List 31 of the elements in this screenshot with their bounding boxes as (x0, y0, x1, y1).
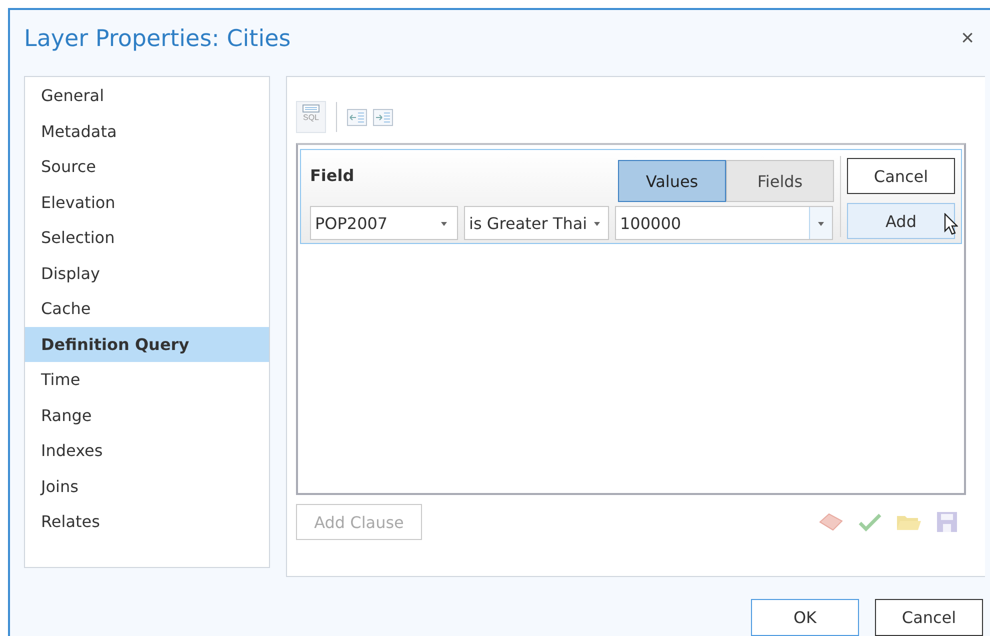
sidebar-item[interactable]: Joins (25, 468, 269, 504)
sidebar-item[interactable]: Indexes (25, 433, 269, 468)
indent-icon[interactable] (373, 108, 393, 126)
operator-dropdown[interactable]: is Greater Thai (464, 206, 609, 240)
sidebar-item[interactable]: General (25, 78, 269, 114)
cursor-icon (944, 213, 958, 235)
sidebar-item[interactable]: Range (25, 398, 269, 433)
checkmark-icon[interactable] (858, 512, 882, 532)
ok-button[interactable]: OK (751, 599, 859, 636)
field-dropdown[interactable]: POP2007 (310, 206, 458, 240)
outdent-icon[interactable] (347, 108, 367, 126)
sidebar-item[interactable]: Selection (25, 220, 269, 256)
sidebar-item[interactable]: Metadata (25, 114, 269, 149)
sidebar-item[interactable]: Definition Query (25, 326, 269, 362)
sidebar-item[interactable]: Elevation (25, 184, 269, 220)
sidebar-item[interactable]: Source (25, 149, 269, 184)
save-icon[interactable] (936, 511, 958, 533)
cancel-button[interactable]: Cancel (847, 158, 955, 194)
value-combobox[interactable]: 100000 (615, 206, 833, 240)
window-title: Layer Properties: Cities (24, 25, 291, 52)
sidebar-item[interactable]: Display (25, 256, 269, 291)
sidebar-item[interactable]: Cache (25, 291, 269, 326)
add-button[interactable]: Add (847, 203, 955, 239)
mode-toggle[interactable]: Values (618, 160, 726, 202)
sidebar-item[interactable]: Time (25, 362, 269, 398)
close-button[interactable]: × (959, 25, 976, 51)
document-icon (302, 104, 320, 113)
mode-toggle[interactable]: Fields (726, 160, 834, 202)
field-label: Field (310, 166, 354, 184)
sidebar-item[interactable]: Relates (25, 504, 269, 540)
cancel-button[interactable]: Cancel (875, 599, 983, 636)
